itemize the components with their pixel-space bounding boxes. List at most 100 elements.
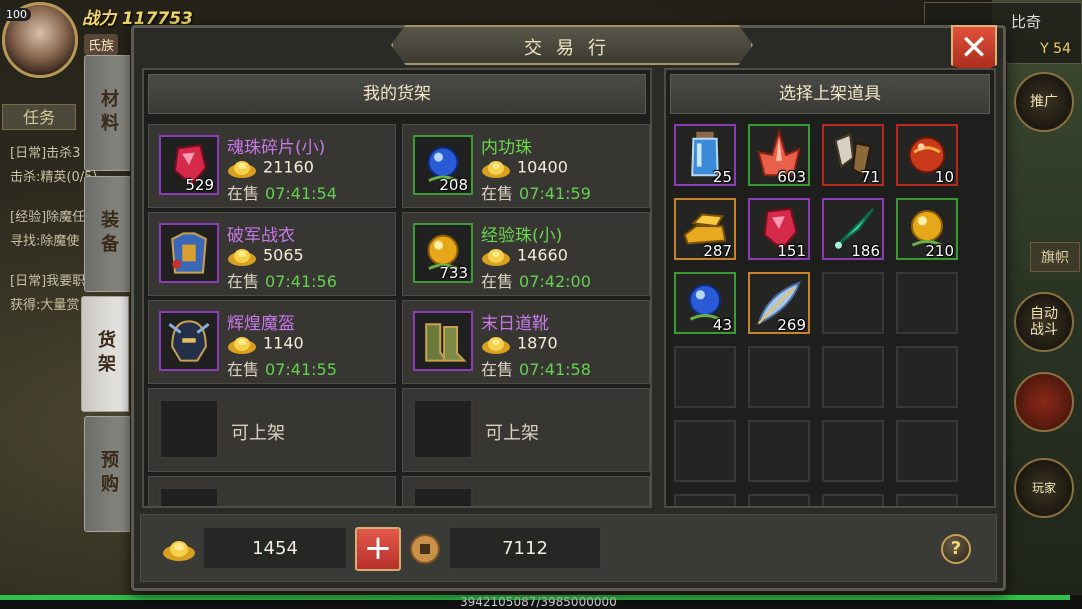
inventory-empty-slot[interactable] [896,346,958,408]
dialog-title: 交易行 [524,38,620,59]
item-price: 21160 [227,157,314,179]
recharge-button[interactable]: + [355,527,401,571]
inventory-empty-slot[interactable] [822,346,884,408]
inventory-empty-slot[interactable] [896,420,958,482]
inventory-item-slot[interactable]: 71 [822,124,884,186]
promote-button[interactable]: 推广 [1014,72,1074,132]
gold-orb-icon: 733 [413,223,473,283]
inventory-empty-slot[interactable] [822,494,884,506]
item-quantity: 10 [934,168,954,186]
inventory-empty-slot[interactable] [674,420,736,482]
empty-slot-frame [159,399,219,459]
trading-house-dialog: 交易行 ✕ 我的货架 529 魂珠碎片(小) 21160 在售 07:41:54 … [131,25,1006,591]
inventory-empty-slot[interactable] [748,346,810,408]
blue-orb-icon: 208 [413,135,473,195]
flag-tab[interactable]: 旗帜 [1030,242,1080,272]
empty-shelf-slot[interactable]: 可上架 [402,476,650,508]
inventory-empty-slot[interactable] [674,494,736,506]
inventory-empty-slot[interactable] [822,272,884,334]
item-quantity: 43 [712,316,732,334]
sale-time: 07:41:59 [519,184,591,203]
empty-shelf-slot[interactable]: 可上架 [148,476,396,508]
tab-equipment[interactable]: 装备 [84,176,132,292]
shelf-listing-card[interactable]: 末日道靴 1870 在售 07:41:58 [402,300,650,384]
inventory-item-slot[interactable]: 269 [748,272,810,334]
armor-icon [159,223,219,283]
plus-icon: + [363,528,393,568]
tab-shelf[interactable]: 货架 [81,296,129,412]
shelf-listing-card[interactable]: 208 内功珠 10400 在售 07:41:59 [402,124,650,208]
close-icon: ✕ [959,28,989,68]
player-button[interactable]: 玩家 [1014,458,1074,518]
item-price: 1140 [227,333,304,355]
item-name: 经验珠(小) [481,226,563,246]
item-name: 破军战衣 [227,226,295,246]
auto-battle-button[interactable]: 自动 战斗 [1014,292,1074,352]
available-label: 可上架 [231,507,285,508]
empty-shelf-slot[interactable]: 可上架 [148,388,396,472]
sale-time: 07:41:58 [519,360,591,379]
item-name: 末日道靴 [481,314,549,334]
inventory-item-slot[interactable]: 10 [896,124,958,186]
inventory-empty-slot[interactable] [896,494,958,506]
inventory-item-slot[interactable]: 25 [674,124,736,186]
helmet-icon [159,311,219,371]
price-value: 1140 [263,333,304,353]
empty-shelf-slot[interactable]: 可上架 [402,388,650,472]
item-quantity: 151 [777,242,806,260]
inventory-item-slot[interactable]: 151 [748,198,810,260]
sale-time: 07:41:55 [265,360,337,379]
item-name: 辉煌魔盔 [227,314,295,334]
shelf-listing-card[interactable]: 破军战衣 5065 在售 07:41:56 [148,212,396,296]
dialog-title-plate: 交易行 [391,25,753,65]
status-label: 在售 [227,360,260,379]
player-level: 100 [2,8,31,21]
sale-time: 07:42:00 [519,272,591,291]
task-tab[interactable]: 任务 [2,104,76,130]
item-quantity: 287 [703,242,732,260]
shelf-listing-card[interactable]: 辉煌魔盔 1140 在售 07:41:55 [148,300,396,384]
inventory-title: 选择上架道具 [670,74,990,114]
task-line[interactable]: 获得:大量赏 [10,294,79,313]
sale-status: 在售 07:41:58 [481,356,591,380]
tab-materials[interactable]: 材料 [84,55,132,171]
task-line[interactable]: [日常]击杀3 [10,142,80,161]
gold-ingot-icon [163,541,195,561]
task-line[interactable]: [经验]除魔任 [10,206,85,225]
attack-skill-button[interactable] [1014,372,1074,432]
sale-status: 在售 07:41:59 [481,180,591,204]
item-quantity: 733 [439,264,468,282]
inventory-item-slot[interactable]: 43 [674,272,736,334]
map-name: 比奇 [1010,13,1041,31]
inventory-empty-slot[interactable] [748,420,810,482]
inventory-empty-slot[interactable] [674,346,736,408]
inventory-item-slot[interactable]: 287 [674,198,736,260]
inventory-item-slot[interactable]: 603 [748,124,810,186]
shelf-listing-card[interactable]: 529 魂珠碎片(小) 21160 在售 07:41:54 [148,124,396,208]
item-quantity: 25 [712,168,732,186]
shelf-listing-card[interactable]: 733 经验珠(小) 14660 在售 07:42:00 [402,212,650,296]
available-label: 可上架 [485,507,539,508]
tab-label: 预购 [98,450,119,498]
my-shelf-title: 我的货架 [148,74,646,114]
sale-status: 在售 07:41:56 [227,268,337,292]
task-line[interactable]: [日常]我要职 [10,270,85,289]
clan-label[interactable]: 氏族 [84,34,119,55]
inventory-panel: 选择上架道具 25 603 71 10 287 151 186 210 43 269 [664,68,996,508]
tab-preorder[interactable]: 预购 [84,416,132,532]
help-button[interactable]: ? [941,534,971,564]
inventory-item-slot[interactable]: 186 [822,198,884,260]
inventory-item-slot[interactable]: 210 [896,198,958,260]
item-price: 10400 [481,157,568,179]
inventory-empty-slot[interactable] [822,420,884,482]
map-coordinate: Y 54 [1040,41,1071,57]
task-line[interactable]: 寻找:除魔使 [10,230,79,249]
empty-slot-frame [159,487,219,506]
status-label: 在售 [481,272,514,291]
price-value: 5065 [263,245,304,265]
coin-balance: 7112 [449,527,601,569]
inventory-empty-slot[interactable] [896,272,958,334]
inventory-empty-slot[interactable] [748,494,810,506]
sale-status: 在售 07:41:55 [227,356,337,380]
item-quantity: 186 [851,242,880,260]
